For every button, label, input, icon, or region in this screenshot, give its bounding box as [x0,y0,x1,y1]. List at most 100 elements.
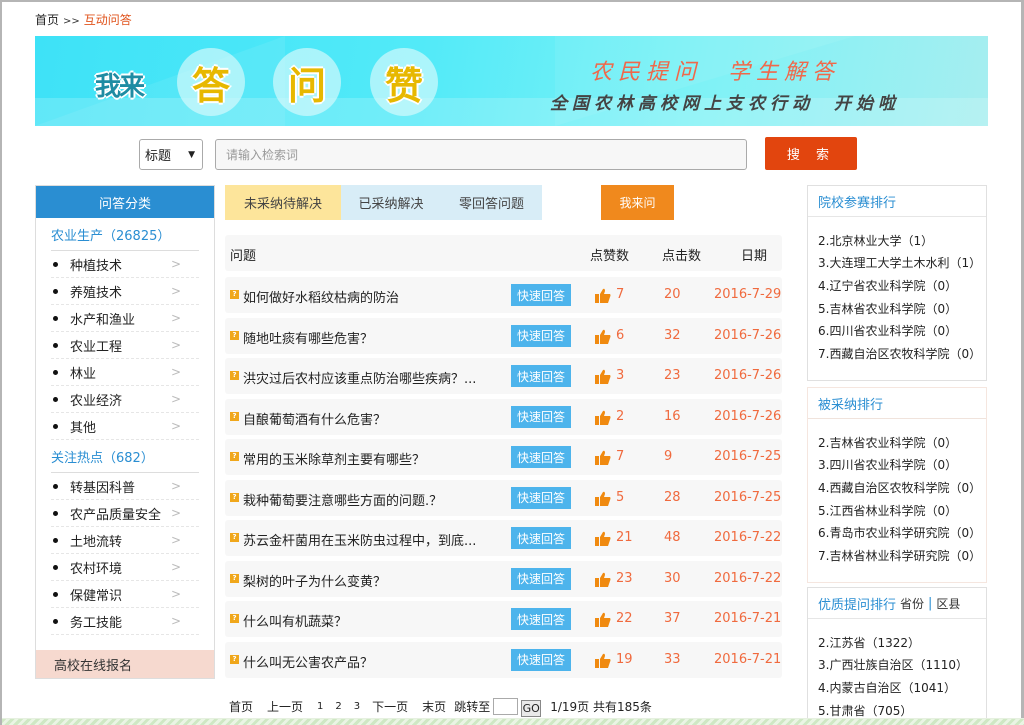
county-filter-link[interactable]: 区县 [936,595,960,612]
search-placeholder: 请输入检索词 [226,148,299,162]
sidebar-item[interactable]: 农产品质量安全 > [51,500,199,527]
question-title-link[interactable]: 梨树的叶子为什么变黄？ [243,571,386,590]
ranking-item[interactable]: 7.吉林省林业科学研究院（0） [818,544,986,567]
quick-answer-button[interactable]: 快速回答 [511,405,571,428]
page-number-link[interactable]: 3 [354,701,360,712]
thumbs-up-icon[interactable] [595,450,611,465]
ranking-item[interactable]: 2.北京林业大学（1） [818,229,986,252]
question-title-link[interactable]: 随地吐痰有哪些危害？ [243,328,373,347]
ranking-item[interactable]: 3.四川省农业科学院（0） [818,454,986,477]
thumbs-up-icon[interactable] [595,288,611,303]
question-title-link[interactable]: 常用的玉米除草剂主要有哪些？ [243,449,425,468]
ranking-item[interactable]: 5.江西省林业科学院（0） [818,499,986,522]
question-title-link[interactable]: 栽种葡萄要注意哪些方面的问题.？ [243,490,442,509]
header-likes: 点赞数 [590,249,630,264]
thumbs-up-icon[interactable] [595,612,611,627]
thumbs-up-icon[interactable] [595,653,611,668]
quick-answer-button[interactable]: 快速回答 [511,365,571,387]
question-title-link[interactable]: 苏云金杆菌用在玉米防虫过程中，到底... [243,530,476,549]
category-group-hot-topics[interactable]: 关注热点（682） [51,447,199,473]
chevron-right-icon: > [170,533,181,547]
chevron-right-icon: > [170,587,181,601]
question-title-link[interactable]: 什么叫无公害农产品？ [243,652,373,671]
thumbs-up-icon[interactable] [595,572,611,587]
thumbs-up-icon[interactable] [595,329,611,344]
page-number-link[interactable]: 1 [317,701,323,712]
ranking-item[interactable]: 3.广西壮族自治区（1110） [818,654,986,677]
quick-answer-button[interactable]: 快速回答 [511,567,571,590]
banner-slogan-action: 全国农林高校网上支农行动 [550,94,814,114]
bullet-icon [53,423,58,429]
ranking-item[interactable]: 5.吉林省农业科学院（0） [818,297,986,320]
panel-header: 优质提问排行 省份 | 区县 [808,588,986,619]
quick-answer-button[interactable]: 快速回答 [511,648,571,671]
sidebar-item[interactable]: 种植技术 > [51,251,199,278]
sidebar-item[interactable]: 土地流转 > [51,527,199,554]
ranking-item[interactable]: 6.青岛市农业科学研究院（0） [818,521,986,544]
breadcrumb-current[interactable]: 互动问答 [84,13,132,27]
ranking-item[interactable]: 6.四川省农业科学院（0） [818,319,986,342]
sidebar-item[interactable]: 农村环境 > [51,554,199,581]
ask-question-button[interactable]: 我来问 [601,185,674,220]
ranking-item[interactable]: 3.大连理工大学土木水利（1） [818,252,986,275]
quick-answer-button[interactable]: 快速回答 [511,486,571,509]
question-title-link[interactable]: 洪灾过后农村应该重点防治哪些疾病？... [243,368,476,387]
question-row: ? 洪灾过后农村应该重点防治哪些疾病？... 快速回答 3 23 2016-7-26 [225,358,782,394]
question-mark-icon: ? [230,573,239,583]
ranking-item[interactable]: 2.江苏省（1322） [818,631,986,654]
category-group-agri-production[interactable]: 农业生产（26825） [51,225,199,251]
page-next-link[interactable]: 下一页 [372,698,408,715]
tab-unresolved[interactable]: 未采纳待解决 [225,185,341,220]
sidebar-item[interactable]: 务工技能 > [51,608,199,635]
bullet-icon [53,618,58,624]
search-button[interactable]: 搜 索 [765,137,857,170]
quick-answer-button[interactable]: 快速回答 [511,284,571,306]
ranking-item[interactable]: 7.西藏自治区农牧科学院（0） [818,342,986,365]
question-title-link[interactable]: 如何做好水稻纹枯病的防治 [243,287,399,306]
quick-answer-button[interactable]: 快速回答 [511,446,571,468]
breadcrumb-home-link[interactable]: 首页 [35,13,59,27]
ranking-item[interactable]: 4.内蒙古自治区（1041） [818,676,986,699]
ranking-item[interactable]: 4.西藏自治区农牧科学院（0） [818,476,986,499]
question-date: 2016-7-29 [714,287,782,302]
quick-answer-button[interactable]: 快速回答 [511,608,571,630]
college-signup-link[interactable]: 高校在线报名 [36,650,214,678]
page-number-link[interactable]: 2 [335,701,341,712]
banner-slogan-secondary: 全国农林高校网上支农行动 开始啦 [550,89,900,114]
sidebar-item[interactable]: 水产和渔业 > [51,305,199,332]
sidebar-item[interactable]: 林业 > [51,359,199,386]
sidebar-item-label: 养殖技术 [70,285,123,301]
page-prev-link[interactable]: 上一页 [267,698,303,715]
ranking-item[interactable]: 2.吉林省农业科学院（0） [818,431,986,454]
question-title-link[interactable]: 自酿葡萄酒有什么危害？ [243,409,386,428]
sidebar-item[interactable]: 养殖技术 > [51,278,199,305]
chevron-right-icon: > [170,419,181,433]
sidebar-title: 问答分类 [36,186,214,218]
page-summary: 1/19页 共有185条 [550,700,652,714]
banner-slogan-student: 学生解答 [728,60,841,85]
thumbs-up-icon[interactable] [595,531,611,546]
sidebar-item[interactable]: 其他 > [51,413,199,440]
page-last-link[interactable]: 末页 [422,698,446,715]
page-first-link[interactable]: 首页 [229,698,253,715]
thumbs-up-icon[interactable] [595,410,611,425]
ranking-item[interactable]: 4.辽宁省农业科学院（0） [818,274,986,297]
go-button[interactable]: GO [521,700,542,717]
thumbs-up-icon[interactable] [595,491,611,506]
sidebar-item[interactable]: 农业经济 > [51,386,199,413]
page-bottom-stripe [2,718,1024,725]
question-title-link[interactable]: 什么叫有机蔬菜？ [243,611,347,630]
sidebar-item[interactable]: 保健常识 > [51,581,199,608]
sidebar-item[interactable]: 农业工程 > [51,332,199,359]
search-field-select[interactable]: 标题 ▼ [139,139,203,170]
quick-answer-button[interactable]: 快速回答 [511,527,571,549]
search-input[interactable]: 请输入检索词 [215,139,747,170]
jump-page-input[interactable] [493,698,519,715]
tab-resolved[interactable]: 已采纳解决 [341,185,441,220]
quick-answer-button[interactable]: 快速回答 [511,324,571,347]
sidebar-item[interactable]: 转基因科普 > [51,473,199,500]
question-mark-icon: ? [230,371,239,380]
tab-zero-answers[interactable]: 零回答问题 [441,185,542,220]
province-filter-link[interactable]: 省份 [900,595,924,612]
thumbs-up-icon[interactable] [595,369,611,384]
